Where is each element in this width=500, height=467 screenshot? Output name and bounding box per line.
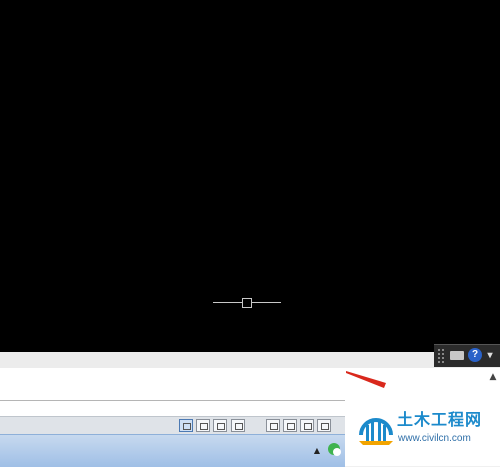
pan-icon[interactable]	[266, 419, 280, 432]
scroll-up-icon[interactable]: ▲	[488, 372, 498, 382]
layout-button[interactable]	[196, 419, 210, 432]
watermark: 土木工程网 www.civilcn.com	[345, 392, 500, 466]
watermark-logo-icon	[359, 418, 393, 445]
wechat-tray-icon[interactable]	[328, 443, 341, 456]
zoom-icon[interactable]	[283, 419, 297, 432]
grip-icon[interactable]	[438, 349, 446, 363]
crosshair-cursor-icon	[213, 297, 281, 309]
pickbox-icon	[242, 298, 252, 308]
watermark-url: www.civilcn.com	[398, 433, 471, 444]
ribbon-corner-toolbar: ? ▾	[434, 344, 500, 367]
showmotion-icon[interactable]	[317, 419, 331, 432]
quick-view-button[interactable]	[231, 419, 245, 432]
steering-wheel-icon[interactable]	[300, 419, 314, 432]
annotation-arrow	[346, 371, 386, 388]
status-bar	[0, 416, 345, 435]
model-space-button[interactable]	[179, 419, 193, 432]
taskbar	[0, 434, 345, 467]
divider	[0, 400, 345, 401]
tray-expand-icon[interactable]: ▲	[312, 446, 322, 456]
watermark-title: 土木工程网	[397, 410, 483, 429]
layout2-button[interactable]	[213, 419, 227, 432]
canvas-bottom-strip	[0, 352, 500, 369]
help-icon[interactable]: ?	[468, 348, 482, 362]
drawing-canvas[interactable]	[0, 0, 500, 352]
keyboard-icon[interactable]	[450, 351, 464, 360]
chevron-down-icon[interactable]: ▾	[486, 350, 494, 362]
